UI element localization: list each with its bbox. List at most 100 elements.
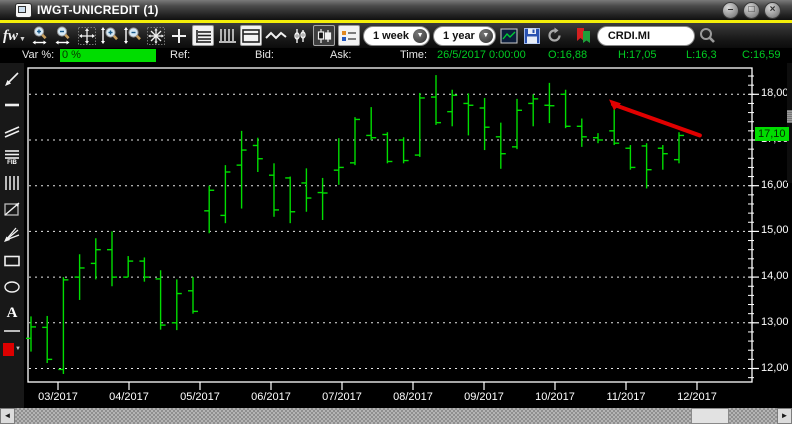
panel-layout-icon — [242, 28, 260, 43]
x-tick-label: 04/2017 — [109, 391, 149, 403]
y-tick-label: 14,00 — [761, 270, 789, 283]
y-tick-label: 15,00 — [761, 224, 789, 237]
color-swatch-tool[interactable]: ▼ — [2, 339, 22, 359]
y-tick-label: 18,00 — [761, 87, 789, 100]
horizontal-line-tool[interactable] — [2, 95, 22, 115]
x-tick-label: 12/2017 — [677, 391, 717, 403]
x-tick-label: 10/2017 — [535, 391, 575, 403]
grid-horizontal-icon — [195, 29, 211, 43]
low-value: L:16,3 — [686, 49, 717, 61]
grid-horizontal-button[interactable] — [191, 25, 214, 46]
ellipse-tool[interactable] — [2, 277, 22, 297]
scroll-right-button[interactable]: ► — [777, 408, 792, 424]
save-button[interactable] — [522, 25, 542, 46]
parallel-channel-tool[interactable] — [2, 121, 22, 141]
chevron-down-icon[interactable]: ▼ — [413, 28, 428, 43]
last-price-label: 17,10 — [755, 127, 789, 142]
legend-button[interactable] — [337, 25, 360, 46]
vertical-scrollbar[interactable] — [787, 63, 792, 183]
scrollbar-track[interactable] — [15, 408, 777, 424]
y-tick-label: 13,00 — [761, 315, 789, 328]
x-tick-label: 06/2017 — [251, 391, 291, 403]
zoom-out-vertical-icon — [124, 27, 142, 44]
period-select[interactable]: 1 week ▼ — [362, 25, 431, 46]
legend-icon — [341, 30, 356, 41]
vertical-scrollbar-thumb[interactable] — [787, 110, 792, 123]
pan-arrows-icon — [77, 26, 96, 45]
fw-menu-button[interactable]: fw ▼ — [3, 25, 26, 46]
open-value: O:16,88 — [548, 49, 588, 61]
zoom-in-vertical-button[interactable] — [100, 25, 120, 46]
fit-all-button[interactable] — [146, 25, 166, 46]
zoom-in-horizontal-button[interactable] — [31, 25, 51, 46]
scroll-left-button[interactable]: ◄ — [0, 408, 15, 424]
zoom-out-vertical-button[interactable] — [123, 25, 143, 46]
rectangle-icon — [4, 255, 20, 267]
zoom-out-horizontal-button[interactable] — [54, 25, 74, 46]
fib-label: FIB — [7, 160, 17, 166]
x-tick-label: 11/2017 — [606, 391, 646, 403]
window-title: IWGT-UNICREDIT (1) — [37, 3, 159, 17]
line-chart-button[interactable] — [265, 25, 287, 46]
refresh-icon — [548, 27, 561, 42]
themes-button[interactable] — [574, 25, 594, 46]
x-tick-label: 05/2017 — [180, 391, 220, 403]
ohlc-chart-button[interactable] — [290, 25, 310, 46]
ohlc-chart-icon — [294, 28, 306, 43]
fan-lines-tool[interactable] — [2, 225, 22, 245]
scrollbar-thumb[interactable] — [691, 408, 729, 424]
fibonacci-tool[interactable]: FIB — [2, 147, 22, 167]
grid-vertical-icon — [218, 28, 236, 43]
trend-box-icon — [4, 202, 20, 216]
chevron-down-icon: ▼ — [15, 346, 21, 352]
zoom-in-vertical-icon — [101, 27, 119, 44]
time-label: Time: — [400, 49, 428, 61]
zoom-out-horizontal-icon — [55, 26, 70, 45]
price-chart[interactable] — [24, 63, 792, 408]
range-value: 1 year — [443, 29, 475, 42]
symbol-input[interactable]: CRDI.MI — [596, 25, 695, 46]
quote-bar: Var %: 0 % Ref: Bid: Ask: Time: 26/5/201… — [0, 48, 792, 63]
fan-lines-icon — [4, 227, 20, 242]
candlestick-chart-button[interactable] — [312, 25, 335, 46]
candlestick-chart-icon — [317, 28, 332, 43]
trend-arrow-icon — [5, 72, 19, 86]
save-icon — [523, 27, 540, 44]
rectangle-tool[interactable] — [2, 251, 22, 271]
line-chart-icon — [265, 31, 287, 39]
chart-region: 18,0017,0016,0015,0014,0013,0012,00 03/2… — [24, 63, 792, 408]
trend-box-tool[interactable] — [2, 199, 22, 219]
toolbar: fw ▼ 1 week ▼ 1 year ▼ CRDI.MI — [0, 23, 792, 48]
chevron-down-icon[interactable]: ▼ — [478, 28, 493, 43]
x-tick-label: 09/2017 — [464, 391, 504, 403]
search-icon — [700, 28, 716, 43]
x-tick-label: 07/2017 — [322, 391, 362, 403]
panel-layout-button[interactable] — [239, 25, 262, 46]
vertical-lines-tool[interactable] — [2, 173, 22, 193]
x-tick-label: 03/2017 — [38, 391, 78, 403]
trend-arrow-tool[interactable] — [2, 69, 22, 89]
ask-label: Ask: — [330, 49, 352, 61]
search-button[interactable] — [698, 25, 718, 46]
maximize-button[interactable]: □ — [744, 2, 759, 18]
high-value: H:17,05 — [618, 49, 657, 61]
title-bar: IWGT-UNICREDIT (1) – □ × — [0, 0, 792, 20]
x-tick-label: 08/2017 — [393, 391, 433, 403]
horizontal-line-icon — [5, 103, 19, 107]
range-select[interactable]: 1 year ▼ — [433, 25, 496, 46]
var-label: Var %: — [22, 49, 55, 61]
close-button[interactable]: × — [765, 2, 780, 18]
close-value: C:16,59 — [742, 49, 781, 61]
y-tick-label: 12,00 — [761, 361, 789, 374]
pan-arrows-button[interactable] — [77, 25, 97, 46]
text-tool[interactable]: A — [2, 303, 22, 323]
grid-vertical-button[interactable] — [217, 25, 237, 46]
minimize-button[interactable]: – — [723, 2, 738, 18]
app-window: IWGT-UNICREDIT (1) – □ × fw ▼ 1 week ▼ 1… — [0, 0, 792, 424]
indicator-window-button[interactable] — [499, 25, 519, 46]
crosshair-icon — [171, 28, 186, 43]
indicator-window-icon — [500, 28, 518, 43]
crosshair-button[interactable] — [169, 25, 189, 46]
refresh-button[interactable] — [545, 25, 565, 46]
chevron-down-icon: ▼ — [19, 36, 26, 43]
